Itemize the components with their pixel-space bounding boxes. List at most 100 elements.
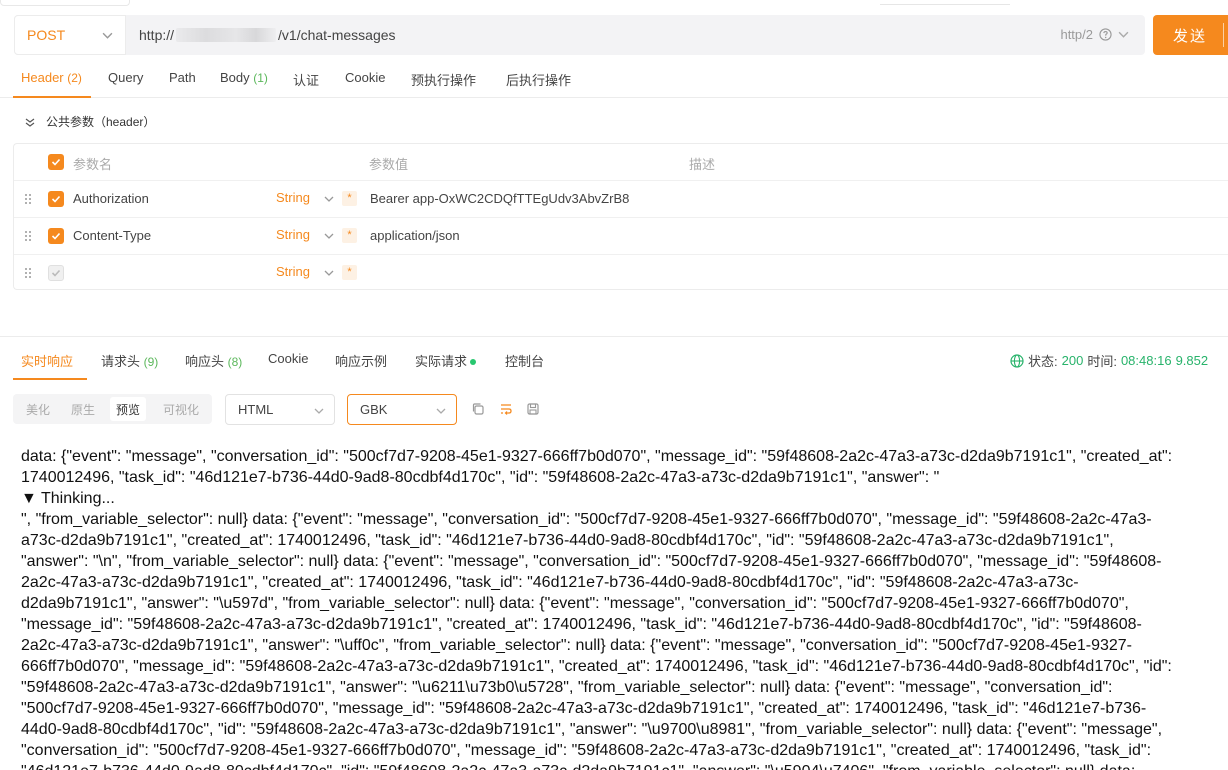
- tab-cookie[interactable]: Cookie: [345, 70, 385, 85]
- save-icon[interactable]: [526, 402, 540, 416]
- tab-console[interactable]: 控制台: [505, 351, 544, 370]
- send-button[interactable]: 发送: [1153, 15, 1228, 55]
- send-label: 发送: [1173, 27, 1208, 45]
- tab-label: 实际请求: [415, 354, 468, 369]
- response-line: "500cf7d7-9208-45e1-9327-666ff7b0d070", …: [21, 700, 1147, 717]
- tab-response-example[interactable]: 响应示例: [335, 351, 387, 370]
- tab-request-headers[interactable]: 请求头 (9): [101, 351, 158, 370]
- param-name[interactable]: Content-Type: [73, 228, 151, 243]
- drag-handle-icon[interactable]: [24, 267, 32, 279]
- response-line: "59f48608-2a2c-47a3-a73c-d2da9b7191c1", …: [21, 679, 1113, 696]
- tab-label: 实时响应: [21, 354, 74, 369]
- tab-label: 控制台: [505, 354, 545, 369]
- tab-label: Cookie: [345, 70, 386, 85]
- param-type-select[interactable]: String: [276, 227, 310, 242]
- response-line: data: {"event": "message", "conversation…: [21, 448, 1173, 465]
- param-row: Authorization String * Bearer app-OxWC2C…: [14, 181, 1228, 218]
- tab-label: Header: [21, 70, 64, 85]
- tab-actual-request[interactable]: 实际请求: [415, 351, 477, 370]
- response-line: "message_id": "59f48608-2a2c-47a3-a73c-d…: [21, 616, 1142, 633]
- format-select[interactable]: HTML: [225, 394, 335, 425]
- url-input[interactable]: http:// /v1/chat-messages: [139, 27, 396, 43]
- chevron-down-icon: [324, 196, 334, 202]
- active-tab-underline: [13, 378, 87, 380]
- check-icon: [51, 195, 61, 203]
- response-extra: 9.852: [1175, 353, 1209, 368]
- top-strip: [0, 0, 1228, 8]
- top-divider: [880, 4, 1010, 5]
- request-tabs: Header (2) Query Path Body (1) 认证 Cookie…: [0, 60, 1228, 98]
- select-all-checkbox[interactable]: [48, 154, 64, 170]
- collapse-chevrons-icon: [25, 118, 35, 127]
- globe-icon: [1010, 353, 1024, 368]
- tab-label: 响应头: [185, 354, 225, 369]
- tab-response-headers[interactable]: 响应头 (8): [185, 351, 242, 370]
- drag-handle-icon[interactable]: [24, 193, 32, 205]
- chevron-down-icon: [324, 270, 334, 276]
- param-name[interactable]: Authorization: [73, 191, 149, 206]
- col-value-header: 参数值: [369, 157, 409, 172]
- encoding-select[interactable]: GBK: [347, 394, 457, 425]
- response-line: d2da9b7191c1", "answer": "\u597d", "from…: [21, 595, 1129, 612]
- check-icon: [51, 158, 61, 166]
- response-line: "answer": "\n", "from_variable_selector"…: [21, 553, 1162, 570]
- protocol-select[interactable]: http/2: [1060, 27, 1129, 42]
- send-divider: [1223, 23, 1224, 47]
- response-line: "46d121e7-b736-44d0-9ad8-80cdbf4d170c", …: [21, 761, 1228, 770]
- tab-query[interactable]: Query: [108, 70, 143, 85]
- method-label: POST: [27, 27, 66, 43]
- param-type-select[interactable]: String: [276, 190, 310, 205]
- tab-auth[interactable]: 认证: [293, 70, 319, 89]
- drag-handle-icon[interactable]: [24, 230, 32, 242]
- view-preview[interactable]: 预览: [110, 397, 147, 421]
- public-params-toggle[interactable]: 公共参数（header）: [24, 113, 155, 130]
- thinking-toggle[interactable]: ▼ Thinking...: [21, 488, 1228, 509]
- time-label: 时间:: [1087, 354, 1117, 369]
- tab-realtime-response[interactable]: 实时响应: [21, 351, 73, 370]
- status-code: 200: [1061, 353, 1084, 368]
- view-visualize[interactable]: 可视化: [163, 401, 199, 418]
- check-icon: [51, 232, 61, 240]
- wrap-lines-icon[interactable]: [499, 402, 513, 416]
- help-icon: [1099, 28, 1112, 41]
- view-beautify[interactable]: 美化: [26, 401, 50, 418]
- method-select[interactable]: POST: [14, 15, 126, 55]
- protocol-label: http/2: [1060, 27, 1093, 42]
- response-line: 2a2c-47a3-a73c-d2da9b7191c1", "answer": …: [21, 637, 1133, 654]
- tab-path[interactable]: Path: [169, 70, 196, 85]
- copy-icon[interactable]: [471, 402, 485, 416]
- required-star-icon[interactable]: *: [342, 228, 357, 243]
- param-value[interactable]: Bearer app-OxWC2CDQfTTEgUdv3AbvZrB8: [370, 191, 629, 206]
- tab-post-script[interactable]: 后执行操作: [506, 70, 571, 89]
- response-time: 08:48:16: [1120, 353, 1172, 368]
- view-raw[interactable]: 原生: [71, 401, 95, 418]
- tab-label: Cookie: [268, 351, 309, 366]
- required-star-icon[interactable]: *: [342, 191, 357, 206]
- param-type-select[interactable]: String: [276, 264, 310, 279]
- response-preview: data: {"event": "message", "conversation…: [21, 446, 1228, 770]
- chevron-down-icon: [314, 408, 324, 414]
- col-name-header: 参数名: [73, 157, 113, 172]
- tab-label: 后执行操作: [506, 73, 572, 88]
- tab-count: (1): [253, 71, 268, 85]
- response-tabs: 实时响应 请求头 (9) 响应头 (8) Cookie 响应示例 实际请求 控制…: [0, 337, 1228, 381]
- tab-count: (2): [67, 71, 82, 85]
- chevron-down-icon: [1118, 31, 1129, 38]
- tab-pre-script[interactable]: 预执行操作: [411, 70, 476, 89]
- tab-cookie[interactable]: Cookie: [268, 351, 308, 366]
- response-line: ", "from_variable_selector": null} data:…: [21, 511, 1152, 528]
- param-checkbox[interactable]: [48, 228, 64, 244]
- check-icon: [51, 269, 61, 277]
- tab-header[interactable]: Header (2): [21, 70, 82, 85]
- param-checkbox[interactable]: [48, 191, 64, 207]
- param-checkbox[interactable]: [48, 265, 64, 281]
- param-value[interactable]: application/json: [370, 228, 460, 243]
- required-star-icon[interactable]: *: [342, 265, 357, 280]
- url-prefix: http://: [139, 27, 175, 43]
- tab-label: 响应示例: [335, 354, 388, 369]
- chevron-down-icon: [324, 233, 334, 239]
- tab-count: (9): [143, 355, 159, 369]
- response-line: 2a2c-47a3-a73c-d2da9b7191c1", "created_a…: [21, 574, 1079, 591]
- tab-body[interactable]: Body (1): [220, 70, 268, 85]
- tab-label: 请求头: [101, 354, 141, 369]
